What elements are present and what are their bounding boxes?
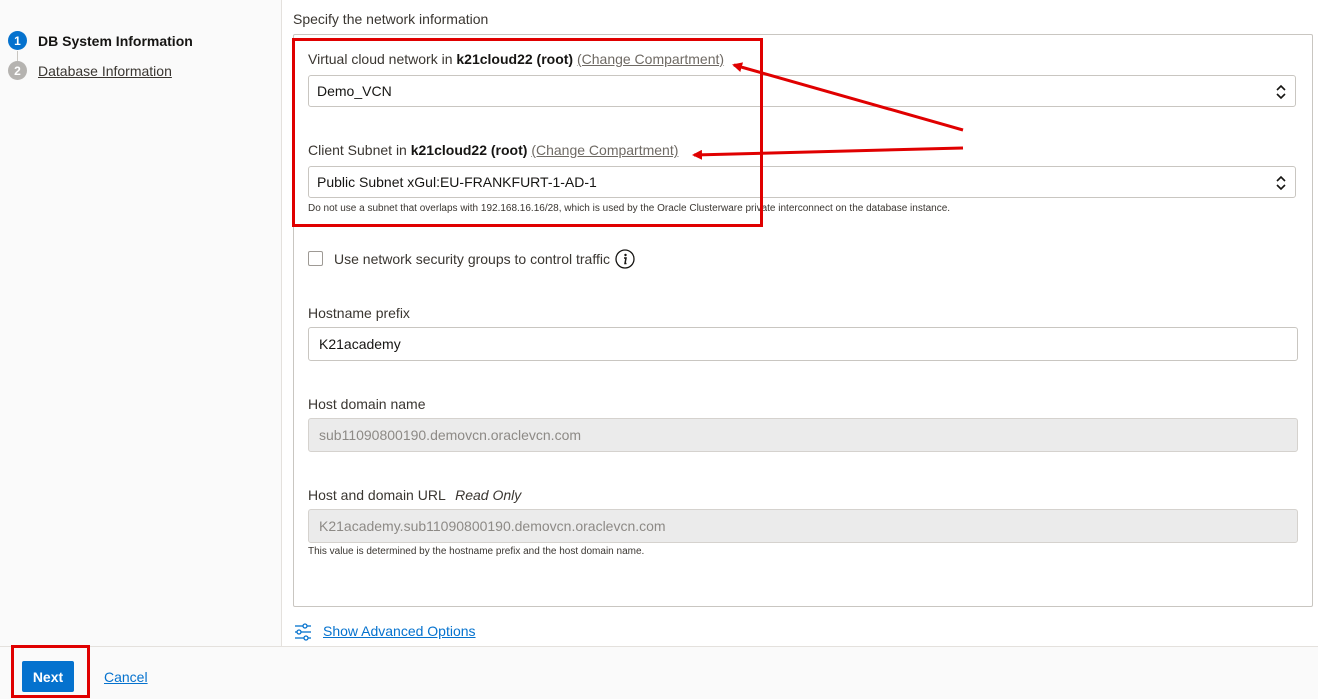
footer-bar bbox=[0, 646, 1318, 699]
subnet-change-compartment-link[interactable]: (Change Compartment) bbox=[531, 142, 678, 158]
wizard-steps-pane bbox=[0, 0, 282, 646]
vcn-change-compartment-link[interactable]: (Change Compartment) bbox=[577, 51, 724, 67]
nsg-checkbox-label[interactable]: Use network security groups to control t… bbox=[334, 251, 610, 267]
info-icon[interactable] bbox=[615, 249, 635, 269]
subnet-select[interactable]: Public Subnet xGul:EU-FRANKFURT-1-AD-1 bbox=[308, 166, 1296, 198]
step-label[interactable]: Database Information bbox=[38, 63, 172, 79]
host-url-label-text: Host and domain URL bbox=[308, 487, 446, 503]
cancel-link[interactable]: Cancel bbox=[104, 669, 148, 685]
vcn-select[interactable]: Demo_VCN bbox=[308, 75, 1296, 107]
next-button[interactable]: Next bbox=[22, 661, 74, 692]
host-url-label: Host and domain URL Read Only bbox=[308, 487, 521, 503]
subnet-label-text: Client Subnet in bbox=[308, 142, 407, 158]
chevron-updown-icon bbox=[1276, 175, 1286, 191]
vcn-select-value: Demo_VCN bbox=[317, 83, 392, 99]
nsg-checkbox[interactable] bbox=[308, 251, 323, 266]
vcn-label: Virtual cloud network in k21cloud22 (roo… bbox=[308, 51, 724, 67]
step-number-badge: 1 bbox=[8, 31, 27, 50]
sliders-icon[interactable] bbox=[293, 622, 313, 642]
hostname-prefix-input[interactable] bbox=[308, 327, 1298, 361]
read-only-tag: Read Only bbox=[455, 487, 522, 503]
hostname-prefix-label: Hostname prefix bbox=[308, 305, 410, 321]
vcn-compartment: k21cloud22 (root) bbox=[456, 51, 574, 67]
step-database-information[interactable]: 2 Database Information bbox=[8, 61, 172, 80]
step-db-system-information[interactable]: 1 DB System Information bbox=[8, 31, 193, 50]
chevron-updown-icon bbox=[1276, 84, 1286, 100]
subnet-help-text: Do not use a subnet that overlaps with 1… bbox=[308, 203, 951, 214]
show-advanced-options-link[interactable]: Show Advanced Options bbox=[323, 623, 476, 639]
subnet-select-value: Public Subnet xGul:EU-FRANKFURT-1-AD-1 bbox=[317, 174, 597, 190]
host-domain-label: Host domain name bbox=[308, 396, 426, 412]
step-connector bbox=[17, 51, 18, 61]
subnet-compartment: k21cloud22 (root) bbox=[410, 142, 528, 158]
vcn-label-text: Virtual cloud network in bbox=[308, 51, 453, 67]
host-domain-input bbox=[308, 418, 1298, 452]
host-url-help-text: This value is determined by the hostname… bbox=[308, 546, 645, 557]
host-url-input bbox=[308, 509, 1298, 543]
subnet-label: Client Subnet in k21cloud22 (root) (Chan… bbox=[308, 142, 678, 158]
step-label: DB System Information bbox=[38, 32, 193, 49]
section-title: Specify the network information bbox=[293, 11, 489, 27]
step-number-badge: 2 bbox=[8, 61, 27, 80]
